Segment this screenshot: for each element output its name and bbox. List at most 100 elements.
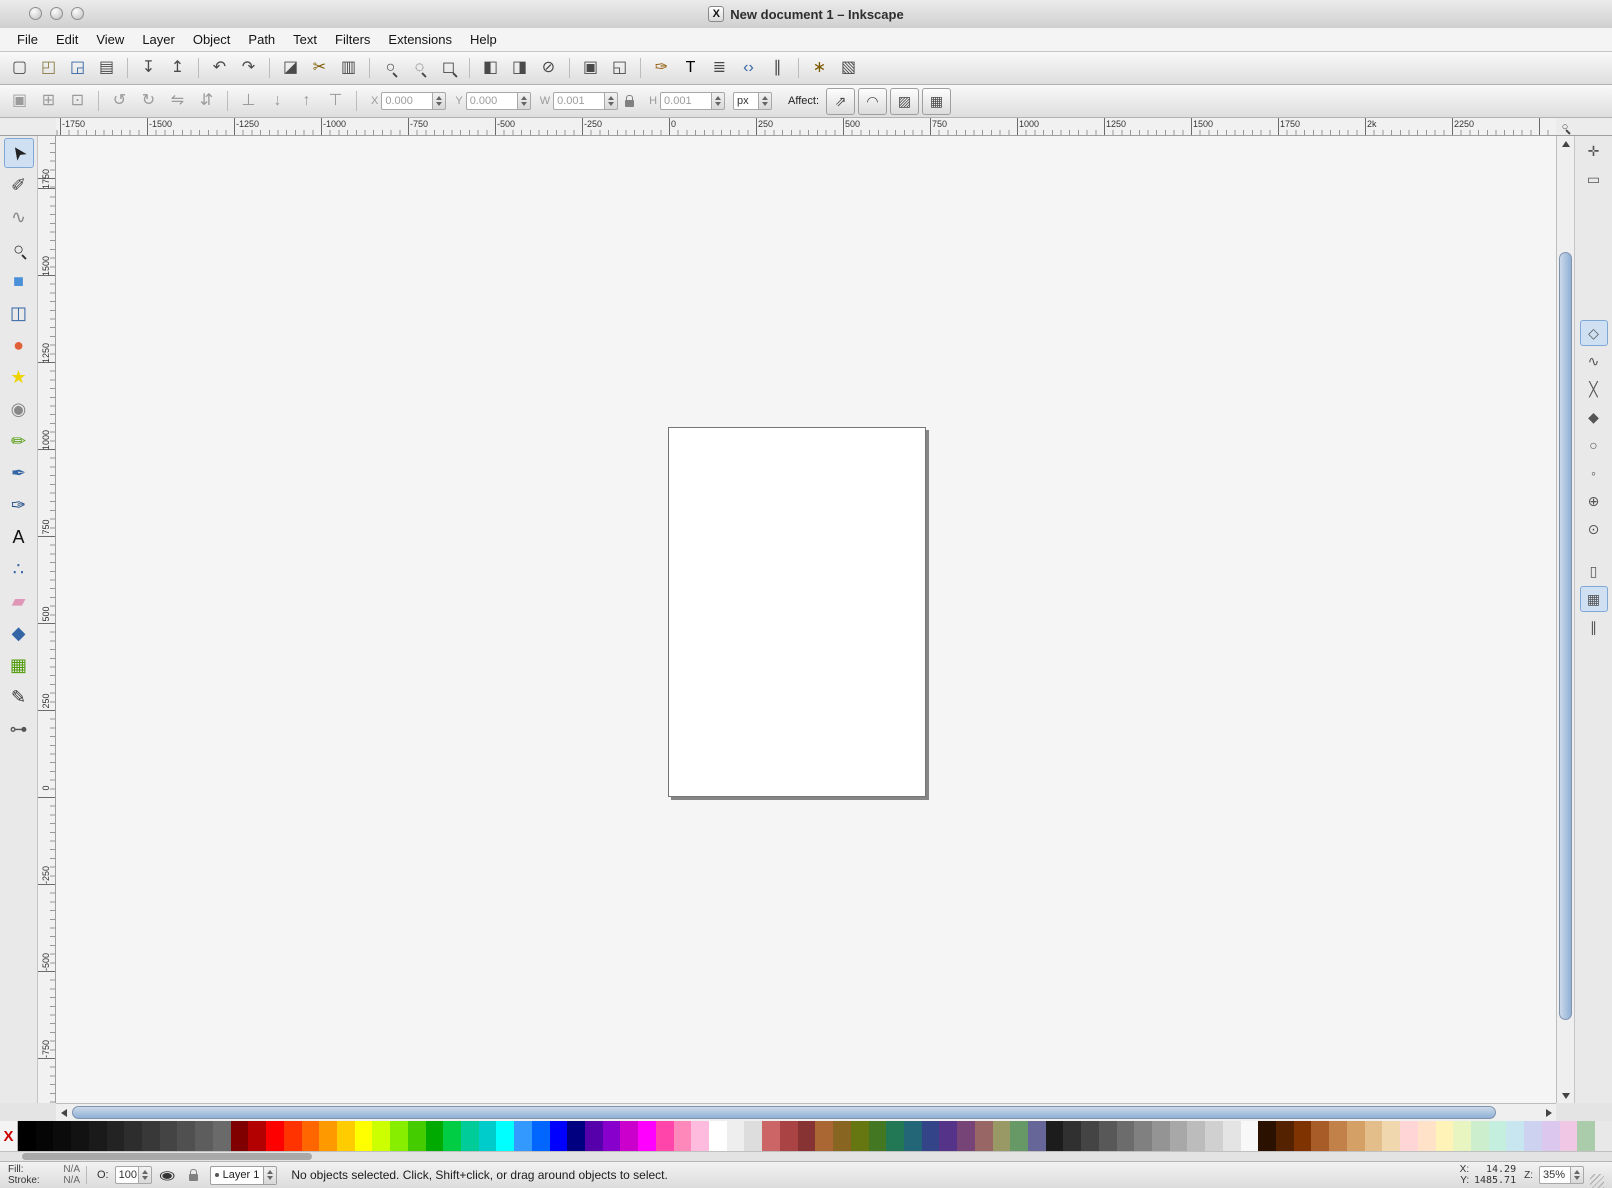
palette-swatch[interactable] <box>1489 1121 1507 1151</box>
unlink-clone[interactable]: ⊘ <box>535 55 562 82</box>
palette-swatch[interactable] <box>71 1121 89 1151</box>
palette-swatch[interactable] <box>177 1121 195 1151</box>
canvas-area[interactable] <box>56 136 1556 1103</box>
layer-selector[interactable]: Layer 1 <box>210 1166 278 1185</box>
x-field[interactable]: 0.000 <box>381 92 446 110</box>
palette-swatch[interactable] <box>567 1121 585 1151</box>
resize-grip[interactable] <box>1590 1174 1604 1188</box>
raise-to-top[interactable]: ⊤ <box>322 88 349 115</box>
palette-swatch[interactable] <box>904 1121 922 1151</box>
palette-swatch[interactable] <box>160 1121 178 1151</box>
lower-to-bottom[interactable]: ⊥ <box>235 88 262 115</box>
snap-master-toggle[interactable]: ✛ <box>1580 138 1608 164</box>
snap-guides[interactable]: ∥ <box>1580 614 1608 640</box>
palette-swatch[interactable] <box>1471 1121 1489 1151</box>
palette-swatch[interactable] <box>1134 1121 1152 1151</box>
palette-swatch[interactable] <box>1205 1121 1223 1151</box>
width-field-value[interactable]: 0.001 <box>553 92 605 110</box>
palette-swatch[interactable] <box>1170 1121 1188 1151</box>
affect-scale-corners[interactable]: ◠ <box>858 88 887 115</box>
scroll-right-button[interactable] <box>1541 1104 1556 1121</box>
palette-swatch[interactable] <box>337 1121 355 1151</box>
opacity-value[interactable]: 100 <box>115 1166 139 1184</box>
create-clone[interactable]: ◨ <box>506 55 533 82</box>
select-all[interactable]: ▣ <box>6 88 33 115</box>
width-field-spinner[interactable] <box>605 92 618 110</box>
palette-swatch[interactable] <box>691 1121 709 1151</box>
layers-dialog[interactable]: ≣ <box>706 55 733 82</box>
palette-swatch[interactable] <box>1081 1121 1099 1151</box>
flip-horizontal[interactable]: ⇋ <box>164 88 191 115</box>
palette-swatch[interactable] <box>815 1121 833 1151</box>
palette-swatch[interactable] <box>231 1121 249 1151</box>
palette-swatch[interactable] <box>1400 1121 1418 1151</box>
vertical-scrollbar[interactable] <box>1556 136 1574 1103</box>
y-field-spinner[interactable] <box>518 92 531 110</box>
vertical-scrollbar-thumb[interactable] <box>1559 252 1572 1020</box>
align-distribute[interactable]: ∥ <box>764 55 791 82</box>
palette-swatch[interactable] <box>443 1121 461 1151</box>
xml-editor[interactable]: ‹› <box>735 55 762 82</box>
affect-move-gradients[interactable]: ▨ <box>890 88 919 115</box>
snap-midpoints[interactable]: ◦ <box>1580 460 1608 486</box>
palette-swatch[interactable] <box>939 1121 957 1151</box>
palette-swatch[interactable] <box>620 1121 638 1151</box>
palette-swatch[interactable] <box>550 1121 568 1151</box>
menu-extensions[interactable]: Extensions <box>379 29 461 50</box>
tool-spiral[interactable]: ◉ <box>4 394 34 424</box>
units-spinner[interactable] <box>759 92 772 110</box>
palette-swatch[interactable] <box>302 1121 320 1151</box>
tool-ellipse[interactable]: ● <box>4 330 34 360</box>
tool-rectangle[interactable]: ■ <box>4 266 34 296</box>
layer-lock-button[interactable] <box>184 1165 204 1185</box>
zoom-field[interactable]: 35% <box>1539 1166 1584 1184</box>
snap-object-centers[interactable]: ⊕ <box>1580 488 1608 514</box>
palette-swatch[interactable] <box>532 1121 550 1151</box>
palette-swatch[interactable] <box>461 1121 479 1151</box>
tool-gradient[interactable]: ▦ <box>4 650 34 680</box>
palette-swatch[interactable] <box>886 1121 904 1151</box>
palette-swatch[interactable] <box>1046 1121 1064 1151</box>
palette-swatch[interactable] <box>284 1121 302 1151</box>
height-field-spinner[interactable] <box>712 92 725 110</box>
x-field-value[interactable]: 0.000 <box>381 92 433 110</box>
flip-vertical[interactable]: ⇵ <box>193 88 220 115</box>
snap-rotation-centers[interactable]: ⊙ <box>1580 516 1608 542</box>
y-field[interactable]: 0.000 <box>466 92 531 110</box>
palette-scrollbar[interactable] <box>0 1151 1612 1161</box>
zoom-value[interactable]: 35% <box>1539 1166 1571 1184</box>
palette-swatch[interactable] <box>266 1121 284 1151</box>
zoom-page[interactable]: ◻ <box>435 55 462 82</box>
copy[interactable]: ◪ <box>277 55 304 82</box>
palette-swatch[interactable] <box>1506 1121 1524 1151</box>
tool-calligraphy[interactable]: ✑ <box>4 490 34 520</box>
horizontal-scrollbar-thumb[interactable] <box>72 1106 1496 1119</box>
palette-swatch[interactable] <box>142 1121 160 1151</box>
tool-selector[interactable]: ➤ <box>4 138 34 168</box>
new-document[interactable]: ▢ <box>6 55 33 82</box>
palette-swatch[interactable] <box>1311 1121 1329 1151</box>
menu-object[interactable]: Object <box>184 29 240 50</box>
palette-scrollbar-thumb[interactable] <box>22 1153 312 1160</box>
height-field[interactable]: 0.001 <box>660 92 725 110</box>
palette-swatch[interactable] <box>709 1121 727 1151</box>
layer-selector-spinner[interactable] <box>263 1167 276 1184</box>
palette-swatch[interactable] <box>1329 1121 1347 1151</box>
fill-stroke-dialog[interactable]: ✑ <box>648 55 675 82</box>
select-all-layers[interactable]: ⊞ <box>35 88 62 115</box>
palette-swatch[interactable] <box>1577 1121 1595 1151</box>
palette-swatch[interactable] <box>1560 1121 1578 1151</box>
tool-connector[interactable]: ⊶ <box>4 714 34 744</box>
palette-swatch[interactable] <box>1365 1121 1383 1151</box>
palette-swatch[interactable] <box>408 1121 426 1151</box>
menu-file[interactable]: File <box>8 29 47 50</box>
palette-swatch[interactable] <box>1347 1121 1365 1151</box>
palette-swatch[interactable] <box>1028 1121 1046 1151</box>
tool-bezier-pen[interactable]: ✒ <box>4 458 34 488</box>
palette-swatch[interactable] <box>1436 1121 1454 1151</box>
duplicate[interactable]: ◧ <box>477 55 504 82</box>
palette-swatch[interactable] <box>479 1121 497 1151</box>
zoom-drawing[interactable]: ◌ <box>406 55 433 82</box>
snap-cusp-nodes[interactable]: ◆ <box>1580 404 1608 430</box>
palette-swatch[interactable] <box>124 1121 142 1151</box>
